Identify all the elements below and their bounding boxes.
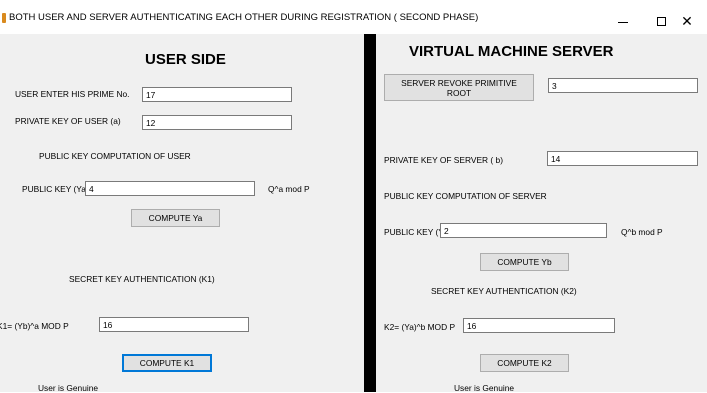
user-private-key-label: PRIVATE KEY OF USER (a) bbox=[15, 116, 121, 126]
k2-label: K2= (Ya)^b MOD P bbox=[384, 322, 456, 332]
server-side-heading: VIRTUAL MACHINE SERVER bbox=[409, 43, 614, 60]
compute-k1-button[interactable]: COMPUTE K1 bbox=[122, 354, 212, 372]
compute-ya-button[interactable]: COMPUTE Ya bbox=[131, 209, 220, 227]
server-private-key-input[interactable] bbox=[547, 151, 698, 166]
server-revoke-primitive-root-button[interactable]: SERVER REVOKE PRIMITIVE ROOT bbox=[384, 74, 534, 101]
compute-yb-button[interactable]: COMPUTE Yb bbox=[480, 253, 569, 271]
user-public-key-label: PUBLIC KEY (Ya): bbox=[22, 184, 92, 194]
compute-k1-label: COMPUTE K1 bbox=[139, 358, 195, 368]
user-side-heading: USER SIDE bbox=[145, 51, 226, 68]
user-formula-label: Q^a mod P bbox=[268, 184, 310, 194]
server-side-panel: VIRTUAL MACHINE SERVER SERVER REVOKE PRI… bbox=[376, 34, 707, 393]
close-button[interactable]: ✕ bbox=[667, 8, 707, 34]
minimize-button[interactable] bbox=[603, 8, 643, 34]
server-public-key-computation-label: PUBLIC KEY COMPUTATION OF SERVER bbox=[384, 191, 547, 201]
user-secret-key-label: SECRET KEY AUTHENTICATION (K1) bbox=[69, 274, 215, 284]
panel-divider bbox=[364, 34, 376, 392]
window-top-border bbox=[0, 0, 707, 8]
compute-ya-label: COMPUTE Ya bbox=[148, 213, 203, 223]
minimize-icon bbox=[618, 21, 628, 23]
server-secret-key-label: SECRET KEY AUTHENTICATION (K2) bbox=[431, 286, 577, 296]
window-title: BOTH USER AND SERVER AUTHENTICATING EACH… bbox=[9, 12, 479, 23]
user-prime-input[interactable] bbox=[142, 87, 292, 102]
user-side-panel: USER SIDE USER ENTER HIS PRIME No. PRIVA… bbox=[0, 34, 364, 393]
app-icon bbox=[2, 13, 6, 23]
primitive-root-input[interactable] bbox=[548, 78, 698, 93]
server-revoke-label: SERVER REVOKE PRIMITIVE ROOT bbox=[401, 77, 517, 98]
server-public-key-input[interactable] bbox=[440, 223, 607, 238]
server-formula-label: Q^b mod P bbox=[621, 227, 663, 237]
compute-k2-button[interactable]: COMPUTE K2 bbox=[480, 354, 569, 372]
maximize-icon bbox=[656, 16, 666, 26]
user-public-key-input[interactable] bbox=[85, 181, 255, 196]
close-icon: ✕ bbox=[681, 13, 693, 29]
compute-k2-label: COMPUTE K2 bbox=[497, 358, 552, 368]
k1-input[interactable] bbox=[99, 317, 249, 332]
user-prime-label: USER ENTER HIS PRIME No. bbox=[15, 89, 130, 99]
compute-yb-label: COMPUTE Yb bbox=[497, 257, 552, 267]
user-private-key-input[interactable] bbox=[142, 115, 292, 130]
k2-input[interactable] bbox=[463, 318, 615, 333]
k1-label: K1= (Yb)^a MOD P bbox=[0, 321, 69, 331]
user-public-key-computation-label: PUBLIC KEY COMPUTATION OF USER bbox=[39, 151, 191, 161]
server-private-key-label: PRIVATE KEY OF SERVER ( b) bbox=[384, 155, 503, 165]
